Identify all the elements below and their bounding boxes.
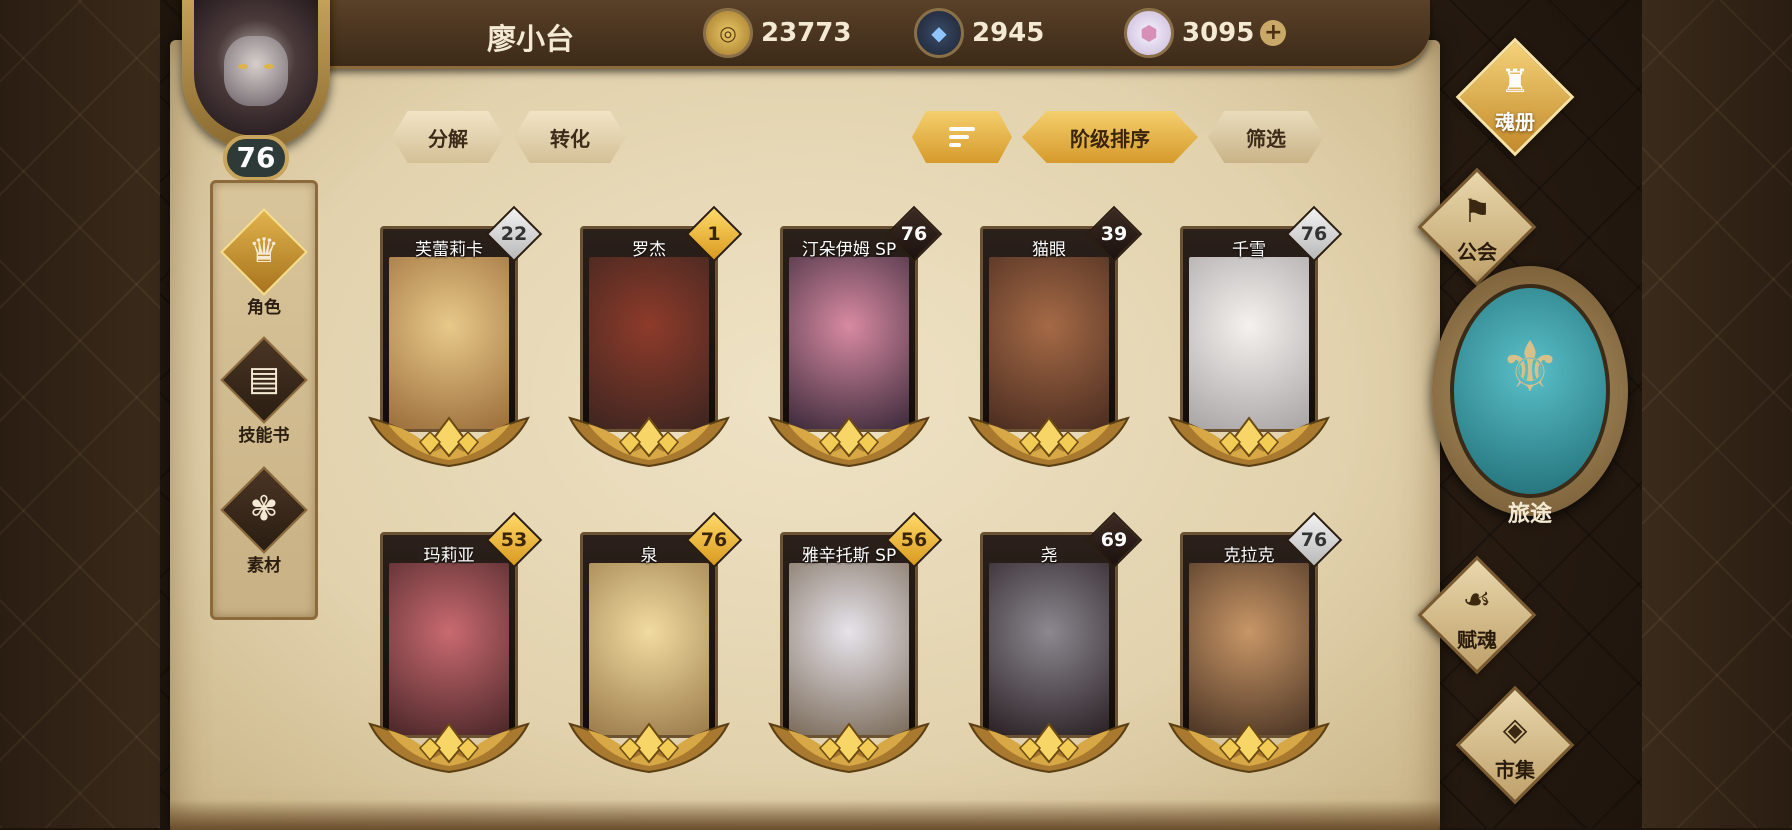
rank-wings-icon <box>768 722 930 774</box>
sidebar-item-label: 技能书 <box>238 426 290 446</box>
flame-swirl-icon: ☙ <box>1462 580 1492 618</box>
player-avatar-frame[interactable]: 76 <box>160 0 370 181</box>
market-gem-icon: ◈ <box>1502 710 1528 748</box>
journey-emblem-icon: ⚜ <box>1498 326 1562 408</box>
rank-wings-icon <box>368 416 530 468</box>
gem-value: 3095 <box>1182 18 1255 48</box>
sort-direction-button[interactable] <box>912 111 1012 163</box>
rank-wings-icon <box>568 722 730 774</box>
gold-value: 23773 <box>761 18 852 48</box>
category-sidebar: ♛ 角色 ▤ 技能书 ✾ 素材 <box>210 180 318 620</box>
rank-wings-icon <box>1168 722 1330 774</box>
character-level: 1 <box>707 223 721 245</box>
guild-label: 公会 <box>1457 240 1497 264</box>
soul-book-button[interactable]: ♜ 魂册 <box>1440 37 1590 157</box>
player-level-badge: 76 <box>223 135 289 181</box>
character-level: 76 <box>1300 223 1328 245</box>
soul-grant-label: 赋魂 <box>1457 628 1497 652</box>
sidebar-item-material[interactable]: ✾ 素材 <box>213 466 315 581</box>
rank-wings-icon <box>368 722 530 774</box>
character-level: 39 <box>1100 223 1128 245</box>
skill-book-icon: ▤ <box>247 359 281 399</box>
character-card[interactable]: 罗杰 1 <box>568 205 743 488</box>
filter-button[interactable]: 筛选 <box>1208 111 1324 163</box>
sort-icon <box>949 127 975 147</box>
character-card[interactable]: 玛莉亚 53 <box>368 511 543 794</box>
character-level: 76 <box>700 529 728 551</box>
character-card[interactable]: 尧 69 <box>968 511 1143 794</box>
character-card[interactable]: 千雪 76 <box>1168 205 1343 488</box>
journey-label: 旅途 <box>1507 502 1552 527</box>
resource-gem[interactable]: ⬢ 3095 + <box>1124 8 1287 58</box>
rank-wings-icon <box>1168 416 1330 468</box>
market-label: 市集 <box>1495 758 1535 782</box>
sidebar-item-skill-book[interactable]: ▤ 技能书 <box>213 336 315 451</box>
blue-crystal-icon: ◆ <box>914 8 964 58</box>
character-level: 53 <box>500 529 528 551</box>
character-card[interactable]: 雅辛托斯 SP 56 <box>768 511 943 794</box>
avatar <box>194 0 318 136</box>
journey-button[interactable]: ⚜ 旅途 <box>1432 266 1628 556</box>
sidebar-item-character[interactable]: ♛ 角色 <box>213 208 315 323</box>
sidebar-item-label: 素材 <box>247 556 281 576</box>
rank-wings-icon <box>968 416 1130 468</box>
material-icon: ✾ <box>249 489 279 529</box>
gold-coin-icon: ◎ <box>703 8 753 58</box>
character-card[interactable]: 泉 76 <box>568 511 743 794</box>
character-level: 76 <box>1300 529 1328 551</box>
character-level: 69 <box>1100 529 1128 551</box>
character-icon: ♛ <box>248 231 280 271</box>
soul-book-icon: ♜ <box>1500 62 1530 100</box>
sidebar-item-label: 角色 <box>247 298 281 318</box>
crystal-value: 2945 <box>972 18 1045 48</box>
character-card[interactable]: 芙蕾莉卡 22 <box>368 205 543 488</box>
rank-sort-button[interactable]: 阶级排序 <box>1022 111 1198 163</box>
guild-flag-icon: ⚑ <box>1462 192 1492 230</box>
gem-icon: ⬢ <box>1124 8 1174 58</box>
rank-wings-icon <box>968 722 1130 774</box>
player-name: 廖小台 <box>487 22 575 56</box>
decompose-button[interactable]: 分解 <box>392 111 504 163</box>
rank-wings-icon <box>568 416 730 468</box>
soul-grant-button[interactable]: ☙ 赋魂 <box>1402 555 1552 675</box>
right-border-decoration <box>1642 0 1792 828</box>
left-border-decoration <box>0 0 160 828</box>
resource-crystal[interactable]: ◆ 2945 <box>914 8 1044 58</box>
character-card[interactable]: 克拉克 76 <box>1168 511 1343 794</box>
character-card[interactable]: 猫眼 39 <box>968 205 1143 488</box>
market-button[interactable]: ◈ 市集 <box>1440 685 1590 805</box>
character-card[interactable]: 汀朵伊姆 SP 76 <box>768 205 943 488</box>
soul-book-label: 魂册 <box>1495 110 1535 134</box>
character-level: 22 <box>500 223 528 245</box>
add-gem-button[interactable]: + <box>1260 20 1287 46</box>
rank-wings-icon <box>768 416 930 468</box>
character-level: 76 <box>900 223 928 245</box>
resource-gold[interactable]: ◎ 23773 <box>703 8 851 58</box>
character-level: 56 <box>900 529 928 551</box>
convert-button[interactable]: 转化 <box>514 111 626 163</box>
